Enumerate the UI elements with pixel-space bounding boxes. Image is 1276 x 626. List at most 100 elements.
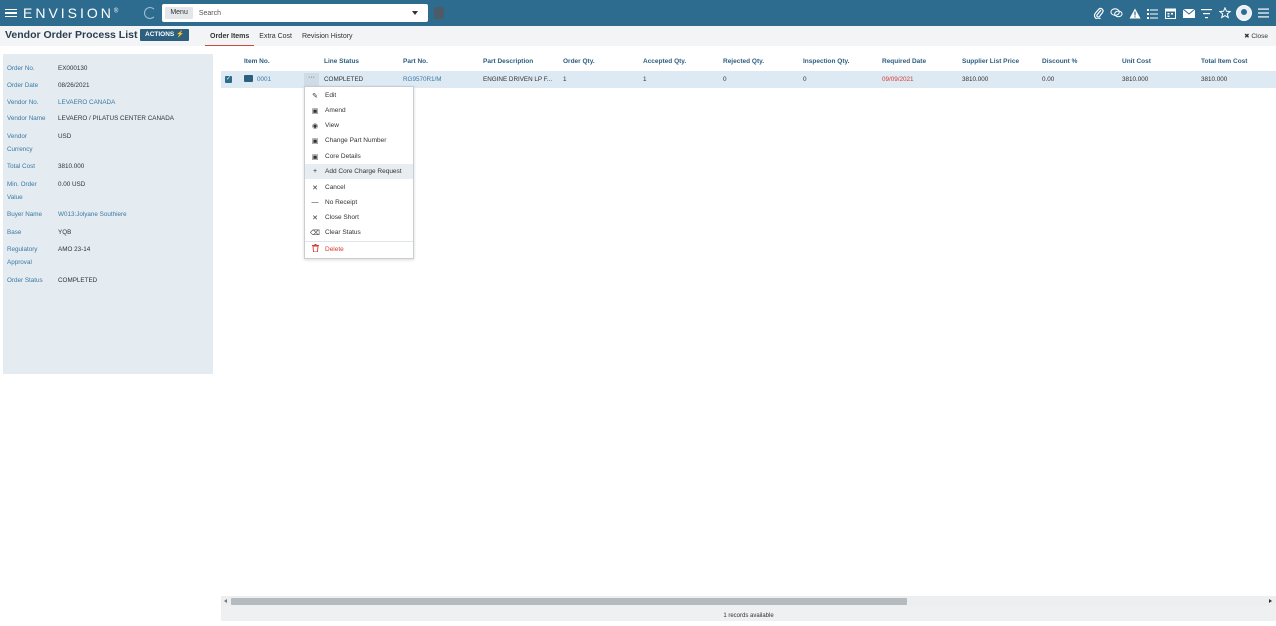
menu-item-core-details[interactable]: ▣ Core Details (305, 149, 413, 164)
avatar[interactable] (1236, 5, 1252, 21)
grid-header: Item No. Line Status Part No. Part Descr… (221, 54, 1276, 70)
mail-icon[interactable] (1182, 6, 1195, 20)
part-no-link[interactable]: RG9570R1/M (403, 76, 442, 83)
trash-icon (305, 244, 325, 254)
column-header-item-no[interactable]: Item No. (244, 58, 270, 65)
records-count: 1 records available (221, 606, 1276, 621)
scroll-right-icon[interactable] (1269, 599, 1272, 603)
search-input[interactable]: Search (199, 10, 412, 17)
eye-icon: ◉ (311, 122, 319, 130)
menu-item-close-short[interactable]: ✕ Close Short (305, 210, 413, 225)
eraser-icon: ⌫ (310, 229, 320, 237)
base-label: Base (7, 229, 22, 236)
app-logo[interactable]: ENVISION® (23, 5, 118, 21)
hamburger-menu-icon[interactable] (5, 8, 17, 18)
tab-order-items[interactable]: Order Items (205, 26, 255, 46)
column-header-unit-cost[interactable]: Unit Cost (1122, 58, 1151, 65)
column-header-accepted-qty[interactable]: Accepted Qty. (643, 58, 686, 65)
line-status-cell: COMPLETED (324, 76, 364, 83)
column-header-discount[interactable]: Discount % (1042, 58, 1077, 65)
order-date-value: 08/26/2021 (58, 82, 90, 89)
column-header-total-item-cost[interactable]: Total Item Cost (1201, 58, 1247, 65)
item-no-link[interactable]: 0001 (257, 76, 271, 83)
warning-icon[interactable] (1128, 6, 1141, 20)
rejected-qty-cell: 0 (723, 76, 727, 83)
column-header-part-description[interactable]: Part Description (483, 58, 533, 65)
regulatory-approval-value: AMO 23-14 (58, 246, 91, 253)
column-header-part-no[interactable]: Part No. (403, 58, 428, 65)
menu-item-label: Core Details (325, 153, 361, 160)
order-status-label: Order Status (7, 277, 43, 284)
page-title: Vendor Order Process List (5, 29, 138, 41)
column-header-rejected-qty[interactable]: Rejected Qty. (723, 58, 764, 65)
discount-cell: 0.00 (1042, 76, 1055, 83)
vendor-currency-value: USD (58, 133, 72, 140)
search-bar[interactable]: Menu Search (162, 4, 429, 22)
order-no-value: EX000130 (58, 65, 88, 72)
actions-button[interactable]: ACTIONS ⚡ (140, 29, 190, 41)
order-no-label: Order No. (7, 65, 35, 72)
total-cost-value: 3810.000 (58, 163, 85, 170)
app-logo-mark: ® (113, 8, 119, 15)
horizontal-scrollbar[interactable] (221, 596, 1276, 606)
close-icon: ✕ (312, 214, 318, 222)
refresh-icon[interactable] (144, 7, 157, 19)
page-header: Vendor Order Process List ACTIONS ⚡ Orde… (0, 26, 1276, 46)
menu-item-no-receipt[interactable]: — No Receipt (305, 195, 413, 210)
part-description-cell: ENGINE DRIVEN LP F... (483, 76, 553, 83)
menu-item-delete[interactable]: Delete (305, 241, 413, 256)
menu-item-label: Amend (325, 107, 346, 114)
column-header-supplier-list-price[interactable]: Supplier List Price (962, 58, 1019, 65)
document-icon[interactable] (244, 75, 253, 82)
star-icon[interactable] (1218, 6, 1231, 20)
column-header-required-date[interactable]: Required Date (882, 58, 926, 65)
vendor-no-link[interactable]: LEVAERO CANADA (58, 96, 115, 109)
menu-item-label: Close Short (325, 214, 359, 221)
tab-extra-cost[interactable]: Extra Cost (254, 26, 297, 46)
scrollbar-thumb[interactable] (231, 598, 907, 605)
accepted-qty-cell: 1 (643, 76, 647, 83)
column-header-line-status[interactable]: Line Status (324, 58, 359, 65)
menu-item-label: Clear Status (325, 229, 361, 236)
buyer-name-label: Buyer Name (7, 211, 42, 218)
regulatory-approval-label: Regulatory Approval (7, 246, 38, 266)
chevron-down-icon[interactable] (412, 11, 419, 15)
vendor-currency-label: Vendor Currency (7, 133, 33, 153)
menu-item-amend[interactable]: ▣ Amend (305, 103, 413, 118)
menu-item-change-part-number[interactable]: ▣ Change Part Number (305, 133, 413, 148)
paperclip-icon[interactable] (1092, 6, 1105, 20)
database-icon[interactable] (434, 7, 445, 19)
base-value: YQB (58, 229, 72, 236)
scroll-left-icon[interactable] (224, 599, 227, 603)
row-checkbox[interactable]: ✓ (225, 76, 232, 83)
required-date-cell: 09/09/2021 (882, 76, 914, 83)
menu-icon[interactable] (1257, 6, 1270, 20)
unit-cost-cell: 3810.000 (1122, 76, 1149, 83)
close-button[interactable]: ✖ Close (1244, 32, 1268, 40)
list-icon[interactable] (1146, 6, 1159, 20)
close-icon: ✕ (312, 184, 318, 192)
menu-item-add-core-charge-request[interactable]: + Add Core Charge Request (305, 164, 413, 179)
menu-item-clear-status[interactable]: ⌫ Clear Status (305, 225, 413, 240)
menu-item-view[interactable]: ◉ View (305, 118, 413, 133)
vendor-no-label: Vendor No. (7, 99, 39, 106)
order-qty-cell: 1 (563, 76, 567, 83)
order-status-value: COMPLETED (58, 277, 98, 284)
min-order-value-label: Min. Order Value (7, 181, 37, 201)
menu-button[interactable]: Menu (165, 7, 193, 19)
row-actions-button[interactable]: ··· (304, 73, 319, 86)
menu-item-label: Change Part Number (325, 137, 387, 144)
top-bar: ENVISION® Menu Search (0, 0, 1276, 26)
menu-item-cancel[interactable]: ✕ Cancel (305, 180, 413, 195)
buyer-name-link[interactable]: W013:Jolyane Southiere (58, 208, 127, 221)
column-header-order-qty[interactable]: Order Qty. (563, 58, 595, 65)
tab-revision-history[interactable]: Revision History (297, 26, 358, 46)
column-header-inspection-qty[interactable]: Inspection Qty. (803, 58, 849, 65)
menu-item-edit[interactable]: ✎ Edit (305, 88, 413, 103)
minus-icon: — (311, 199, 319, 206)
filter-icon[interactable] (1200, 6, 1213, 20)
menu-item-label: Delete (325, 245, 344, 253)
row-context-menu: ✎ Edit ▣ Amend ◉ View ▣ Change Part Number ▣… (304, 86, 414, 259)
calendar-icon[interactable] (1164, 6, 1177, 20)
chat-icon[interactable] (1110, 6, 1123, 20)
